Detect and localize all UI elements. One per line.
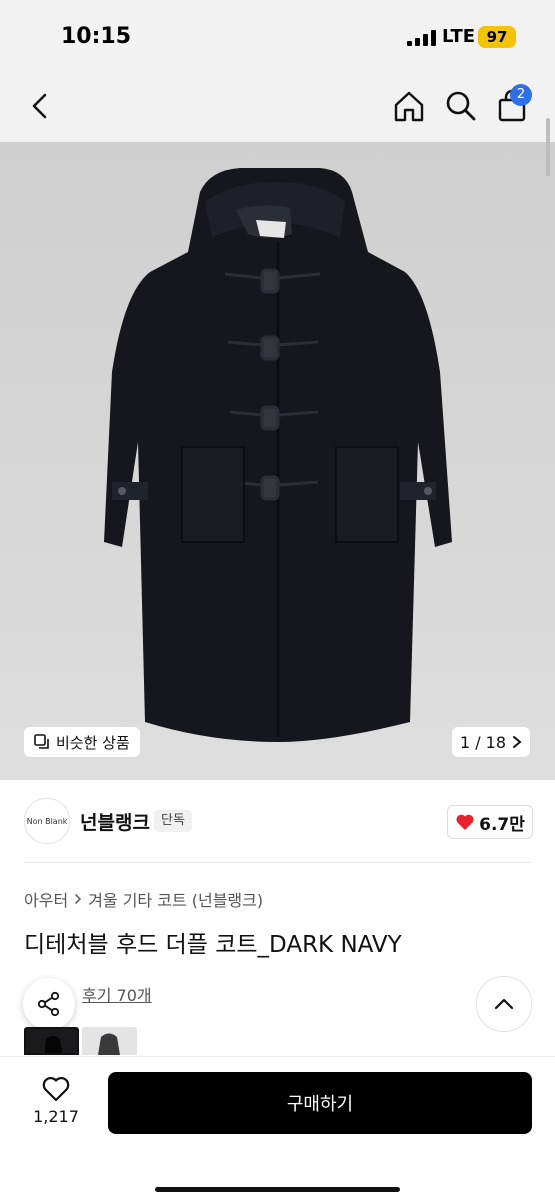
- back-button[interactable]: [22, 88, 58, 124]
- reviews-link[interactable]: 후기 70개: [82, 982, 152, 1006]
- brand-like-count: 6.7만: [479, 814, 525, 835]
- color-thumbnail-navy[interactable]: [24, 1027, 79, 1055]
- thumbnail-image: [44, 1036, 63, 1053]
- product-title: 디테처블 후드 더플 코트_DARK NAVY: [24, 932, 402, 958]
- brand-logo-text: Non Blank: [26, 816, 68, 826]
- buy-button[interactable]: 구매하기: [108, 1072, 532, 1134]
- scroll-to-top-button[interactable]: [476, 976, 532, 1032]
- divider: [24, 862, 531, 863]
- image-counter-text: 1 / 18: [459, 732, 507, 752]
- status-bar: 10:15 LTE 97: [0, 0, 555, 70]
- copy-icon: [34, 734, 49, 749]
- brand-name[interactable]: 넌블랭크: [80, 808, 150, 835]
- home-button[interactable]: [391, 88, 427, 124]
- signal-icon: [407, 30, 436, 46]
- wishlist-button[interactable]: 1,217: [30, 1075, 82, 1131]
- wishlist-count: 1,217: [33, 1107, 79, 1126]
- network-label: LTE: [442, 26, 476, 47]
- search-icon: [446, 91, 476, 121]
- product-image-gallery[interactable]: [0, 142, 555, 780]
- page-scrollbar[interactable]: [546, 118, 550, 176]
- breadcrumb-subcategory[interactable]: 겨울 기타 코트 (넌블랭크): [88, 887, 263, 911]
- chevron-right-icon: [75, 894, 82, 904]
- similar-products-button[interactable]: 비슷한 상품: [24, 727, 140, 757]
- top-nav: [0, 70, 555, 142]
- exclusive-tag: 단독: [154, 810, 192, 832]
- chevron-left-icon: [32, 93, 47, 119]
- cart-count-badge: 2: [510, 84, 532, 106]
- thumbnail-image: [98, 1033, 120, 1055]
- similar-products-label: 비슷한 상품: [56, 733, 130, 752]
- share-icon: [37, 991, 60, 1017]
- breadcrumb-category[interactable]: 아우터: [24, 887, 68, 911]
- image-counter-button[interactable]: 1 / 18: [452, 727, 530, 757]
- chevron-right-icon: [513, 736, 522, 748]
- share-button[interactable]: [23, 978, 75, 1030]
- chevron-up-icon: [494, 998, 514, 1010]
- status-time: 10:15: [61, 24, 132, 49]
- battery-indicator: 97: [478, 26, 516, 48]
- breadcrumb: 아우터 겨울 기타 코트 (넌블랭크): [24, 887, 263, 911]
- product-image: [0, 142, 555, 780]
- heart-icon: [42, 1077, 70, 1102]
- home-indicator: [155, 1187, 400, 1192]
- color-thumbnail-charcoal[interactable]: [82, 1027, 137, 1055]
- search-button[interactable]: [443, 88, 479, 124]
- brand-like-button[interactable]: 6.7만: [447, 805, 533, 839]
- heart-filled-icon: [456, 814, 474, 830]
- home-icon: [394, 91, 424, 122]
- brand-logo[interactable]: Non Blank: [24, 798, 70, 844]
